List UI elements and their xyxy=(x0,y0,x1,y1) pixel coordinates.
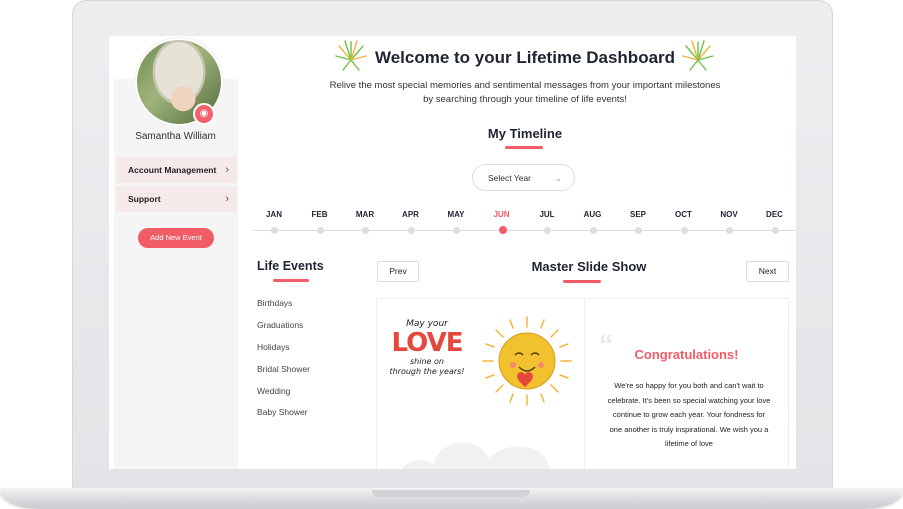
timeline-title: My Timeline xyxy=(487,126,563,141)
timeline-dot[interactable] xyxy=(589,227,597,234)
title-underline xyxy=(563,280,601,283)
add-new-event-button[interactable]: Add New Event xyxy=(138,228,214,248)
chevron-down-icon: ⌄ xyxy=(554,173,562,183)
title-underline xyxy=(505,146,543,149)
laptop-notch xyxy=(372,490,530,497)
sidebar-item-account-management[interactable]: Account Management › xyxy=(116,157,237,183)
card-line: shine on xyxy=(410,357,444,366)
timeline-dot[interactable] xyxy=(771,227,779,234)
slideshow-title: Master Slide Show xyxy=(531,259,647,274)
dashboard-screen: ◉ Samantha William Account Management › … xyxy=(109,36,796,469)
month-mar[interactable]: MAR xyxy=(345,210,385,219)
month-dec[interactable]: DEC xyxy=(755,210,795,219)
month-apr[interactable]: APR xyxy=(391,210,431,219)
timeline-dot[interactable] xyxy=(407,227,415,234)
card-message-panel: “ Congratulations! We're so happy for yo… xyxy=(585,299,788,469)
month-sep[interactable]: SEP xyxy=(618,210,658,219)
card-illustration: May your LOVE shine on through the years… xyxy=(377,299,584,469)
card-message: We're so happy for you both and can't wa… xyxy=(607,381,771,448)
timeline-track xyxy=(253,230,796,231)
month-may[interactable]: MAY xyxy=(436,210,476,219)
sun-illustration xyxy=(482,316,572,406)
camera-icon[interactable]: ◉ xyxy=(193,103,215,125)
timeline-dot[interactable] xyxy=(726,227,733,234)
month-aug[interactable]: AUG xyxy=(573,210,613,219)
card-line: through the years! xyxy=(389,367,465,376)
life-event-holidays[interactable]: Holidays xyxy=(257,342,290,352)
month-jan[interactable]: JAN xyxy=(254,210,294,219)
month-jun[interactable]: JUN xyxy=(482,210,522,219)
timeline-dot[interactable] xyxy=(498,226,507,234)
next-button[interactable]: Next xyxy=(746,261,789,282)
life-event-bridal-shower[interactable]: Bridal Shower xyxy=(257,364,310,374)
timeline-dot[interactable] xyxy=(271,227,278,234)
sidebar-item-label: Support xyxy=(128,194,161,204)
life-event-baby-shower[interactable]: Baby Shower xyxy=(257,407,308,417)
cloud-illustration xyxy=(401,442,549,469)
sidebar: ◉ Samantha William Account Management › … xyxy=(109,36,238,469)
sidebar-item-label: Account Management xyxy=(128,165,217,175)
life-event-birthdays[interactable]: Birthdays xyxy=(257,298,292,308)
life-event-graduations[interactable]: Graduations xyxy=(257,320,303,330)
user-name: Samantha William xyxy=(135,131,216,142)
timeline-dot[interactable] xyxy=(635,227,642,234)
card-lettering: May your LOVE shine on through the years… xyxy=(387,319,467,377)
life-events-title: Life Events xyxy=(257,259,324,273)
card-line: LOVE xyxy=(391,328,464,358)
year-select-label: Select Year xyxy=(488,173,532,183)
card-heading: Congratulations! xyxy=(634,347,739,362)
chevron-right-icon: › xyxy=(225,164,229,176)
life-event-wedding[interactable]: Wedding xyxy=(257,386,290,396)
timeline-dot[interactable] xyxy=(544,227,551,234)
month-oct[interactable]: OCT xyxy=(664,210,704,219)
title-underline xyxy=(273,279,309,282)
year-select[interactable]: Select Year ⌄ xyxy=(472,164,575,191)
month-feb[interactable]: FEB xyxy=(300,210,340,219)
chevron-right-icon: › xyxy=(225,193,229,205)
timeline-dot[interactable] xyxy=(362,227,369,234)
timeline-dot[interactable] xyxy=(680,227,688,234)
timeline-dot[interactable] xyxy=(453,227,460,234)
sidebar-item-support[interactable]: Support › xyxy=(116,186,237,212)
slide-card: May your LOVE shine on through the years… xyxy=(376,298,789,469)
firework-icon xyxy=(682,40,714,71)
timeline-dot[interactable] xyxy=(316,227,324,234)
prev-button[interactable]: Prev xyxy=(377,261,419,282)
month-nov[interactable]: NOV xyxy=(709,210,749,219)
month-jul[interactable]: JUL xyxy=(527,210,567,219)
page-subtitle: Relive the most special memories and sen… xyxy=(329,80,721,105)
